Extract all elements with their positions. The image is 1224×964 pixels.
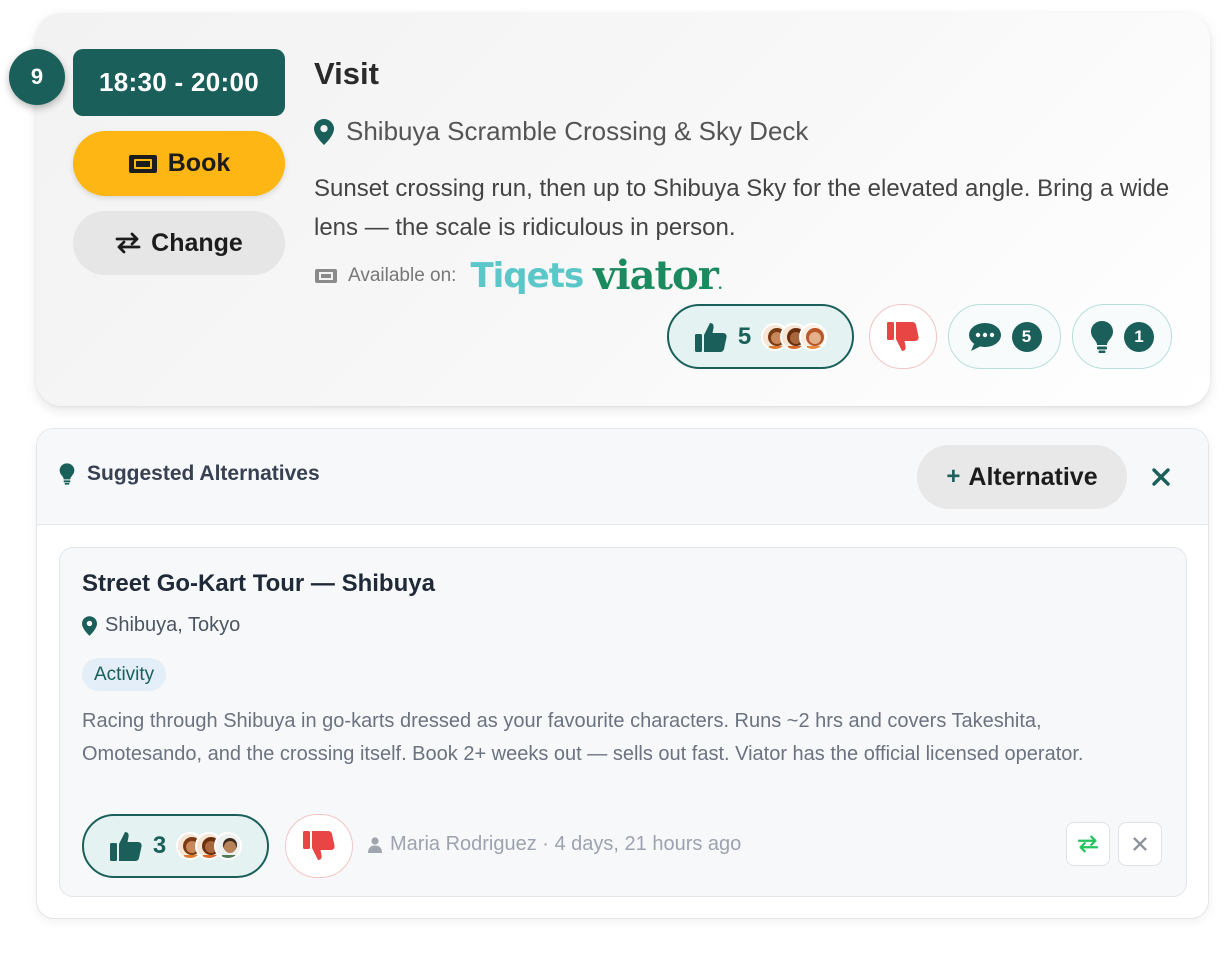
alternatives-header: Suggested Alternatives + Alternative xyxy=(37,429,1208,525)
book-button[interactable]: Book xyxy=(73,131,285,196)
thumbs-up-icon xyxy=(694,322,727,352)
comment-icon xyxy=(968,322,1001,351)
thumbs-down-icon xyxy=(303,831,335,860)
alternative-description: Racing through Shibuya in go-karts dress… xyxy=(82,710,1084,765)
liker-avatars xyxy=(761,322,828,351)
avatar xyxy=(799,322,828,351)
alternatives-title-text: Suggested Alternatives xyxy=(87,462,320,485)
thumbs-down-icon xyxy=(887,321,919,351)
remove-alternative-button[interactable] xyxy=(1118,822,1162,866)
activity-title: Visit xyxy=(314,56,379,91)
change-button[interactable]: Change xyxy=(73,211,285,275)
tiqets-logo[interactable]: Tiqets xyxy=(470,256,584,296)
available-on-row: Available on: Tiqets viator. xyxy=(314,252,723,299)
book-button-label: Book xyxy=(167,149,231,177)
alternative-location-text: Shibuya, Tokyo xyxy=(105,614,241,636)
viator-logo-text: viator xyxy=(593,252,719,299)
activity-location-text: Shibuya Scramble Crossing & Sky Deck xyxy=(346,116,809,146)
plus-icon: + xyxy=(946,463,961,490)
category-tag: Activity xyxy=(82,658,167,691)
ticket-icon xyxy=(128,154,157,173)
close-icon xyxy=(1133,837,1147,851)
dislike-button[interactable] xyxy=(869,304,937,369)
available-on-label: Available on: xyxy=(348,264,457,286)
step-number-badge: 9 xyxy=(9,49,65,105)
close-icon xyxy=(1152,468,1170,486)
alternatives-panel: Suggested Alternatives + Alternative Str… xyxy=(36,428,1209,919)
avatar xyxy=(214,832,243,860)
author-meta: Maria Rodriguez · 4 days, 21 hours ago xyxy=(368,833,741,856)
comment-count: 5 xyxy=(1011,321,1042,352)
like-button[interactable]: 5 xyxy=(667,304,854,369)
viator-logo-dot: . xyxy=(717,277,723,293)
close-alternatives-button[interactable] xyxy=(1146,459,1176,495)
lightbulb-icon xyxy=(1091,320,1113,353)
activity-description: Sunset crossing run, then up to Shibuya … xyxy=(314,175,1170,241)
viator-logo[interactable]: viator. xyxy=(593,252,723,299)
swap-arrows-icon xyxy=(1077,835,1099,853)
like-count: 5 xyxy=(737,322,752,350)
activity-location: Shibuya Scramble Crossing & Sky Deck xyxy=(314,116,808,147)
add-alternative-label: Alternative xyxy=(968,462,1098,491)
swap-alternative-button[interactable] xyxy=(1066,822,1110,866)
alternative-dislike-button[interactable] xyxy=(285,814,353,878)
user-icon xyxy=(368,836,382,853)
alternative-like-count: 3 xyxy=(152,832,167,859)
alternative-location: Shibuya, Tokyo xyxy=(82,614,240,637)
time-range-pill[interactable]: 18:30 - 20:00 xyxy=(73,49,285,116)
alternative-card: Street Go-Kart Tour — Shibuya Shibuya, T… xyxy=(59,547,1187,897)
lightbulb-icon xyxy=(59,463,75,485)
map-pin-icon xyxy=(314,118,334,145)
alternatives-title: Suggested Alternatives xyxy=(59,462,320,486)
map-pin-icon xyxy=(82,615,97,636)
change-button-label: Change xyxy=(151,228,243,257)
swap-arrows-icon xyxy=(115,232,141,254)
alternative-name: Street Go-Kart Tour — Shibuya xyxy=(82,570,435,597)
author-meta-text: Maria Rodriguez · 4 days, 21 hours ago xyxy=(390,833,742,855)
add-alternative-button[interactable]: + Alternative xyxy=(917,445,1127,509)
liker-avatars xyxy=(176,832,243,860)
idea-count: 1 xyxy=(1124,321,1154,352)
comments-button[interactable]: 5 xyxy=(948,304,1061,369)
alternative-like-button[interactable]: 3 xyxy=(82,814,269,878)
ideas-button[interactable]: 1 xyxy=(1072,304,1172,369)
thumbs-up-icon xyxy=(109,832,142,861)
ticket-icon xyxy=(315,268,337,283)
